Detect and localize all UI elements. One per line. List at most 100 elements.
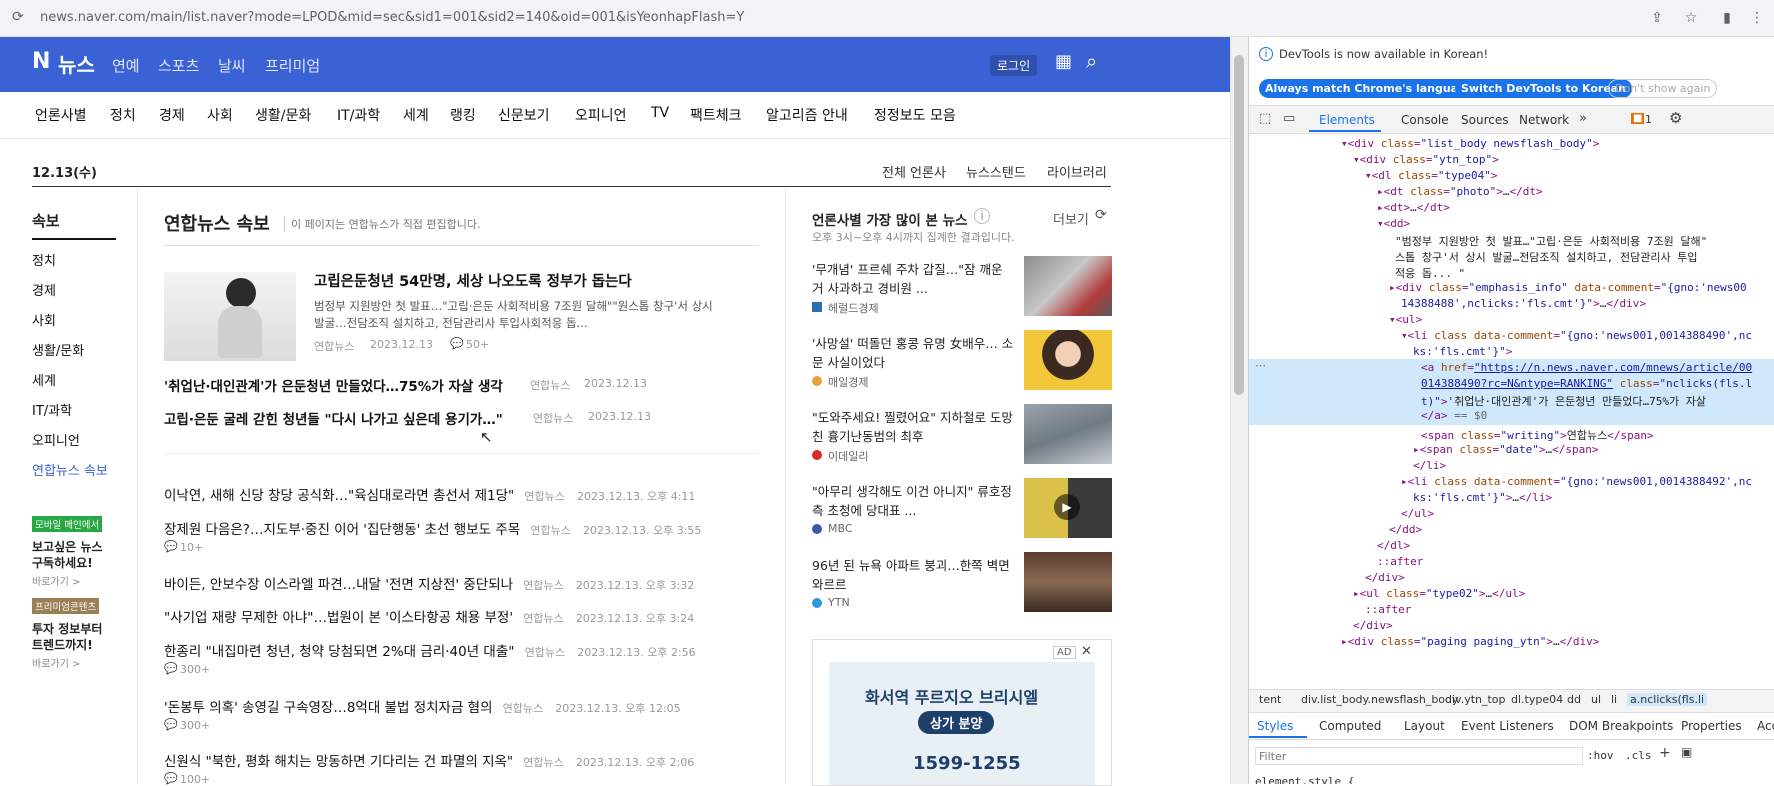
promo-title-1a[interactable]: 보고싶은 뉴스 xyxy=(32,538,102,555)
info-icon[interactable]: i xyxy=(974,208,990,224)
naver-logo-n[interactable]: N xyxy=(32,49,50,74)
gnb-economy[interactable]: 경제 xyxy=(159,105,185,125)
share-icon[interactable]: ⇪ xyxy=(1648,9,1666,27)
switch-korean-button[interactable]: Switch DevTools to Korean xyxy=(1455,79,1633,98)
list-title[interactable]: 장제원 다음은?…지도부·중진 이어 '집단행동' 초선 행보도 주목 xyxy=(164,522,520,538)
list-item[interactable]: 바이든, 안보수장 이스라엘 파견…내달 '전면 지상전' 중단되나 연합뉴스 … xyxy=(164,573,764,593)
gnb-politics[interactable]: 정치 xyxy=(110,105,136,125)
subtab-accessibility[interactable]: Access xyxy=(1757,719,1774,733)
dom-line[interactable]: </div> xyxy=(1365,571,1405,584)
ad-banner[interactable]: AD ✕ 화서역 푸르지오 브리시엘 상가 분양 1599-1255 xyxy=(812,639,1112,786)
dom-line[interactable]: ks:'fls.cmt'}">…</li> xyxy=(1413,491,1552,504)
list-item[interactable]: '돈봉투 의혹' 송영길 구속영장…8억대 불법 정치자금 혐의 연합뉴스 20… xyxy=(164,696,764,716)
list-comments[interactable]: 100+ xyxy=(180,773,210,786)
list-comments[interactable]: 10+ xyxy=(180,541,203,554)
tab-network[interactable]: Network xyxy=(1519,113,1569,127)
dom-line[interactable]: ▸<li class data-comment="{gno:'news001,0… xyxy=(1401,475,1752,488)
dom-line[interactable]: 014388490?rc=N&ntype=RANKING" class="ncl… xyxy=(1421,377,1752,390)
dom-line[interactable]: <a href="https://n.news.naver.com/mnews/… xyxy=(1421,361,1752,374)
breadcrumb-item[interactable]: div.ytn_top xyxy=(1445,693,1506,706)
styles-filter-input[interactable] xyxy=(1255,747,1583,765)
dom-line[interactable]: ▾<dd> xyxy=(1377,217,1410,230)
sidepanel-icon[interactable]: ▮ xyxy=(1718,9,1736,27)
dom-line[interactable]: ::after xyxy=(1377,555,1423,568)
breadcrumb-item-selected[interactable]: a.nclicks(fls.li xyxy=(1627,693,1708,706)
headline-comments[interactable]: 50+ xyxy=(466,338,489,351)
ranking-item[interactable]: "아무리 생각해도 이건 아니지" 류호정 측 초청에 당대표 ... MBC … xyxy=(812,478,1112,543)
list-title[interactable]: '돈봉투 의혹' 송영길 구속영장…8억대 불법 정치자금 혐의 xyxy=(164,700,493,716)
ranking-item[interactable]: '사망설' 떠돌던 홍콩 유명 女배우… 소문 사실이었다 매일경제 xyxy=(812,330,1112,395)
list-item[interactable]: 장제원 다음은?…지도부·중진 이어 '집단행동' 초선 행보도 주목 연합뉴스… xyxy=(164,518,764,538)
dom-line[interactable]: ▾<div class="ytn_top"> xyxy=(1353,153,1499,166)
gnb-factcheck[interactable]: 팩트체크 xyxy=(690,105,742,125)
page-scrollbar[interactable] xyxy=(1230,37,1248,784)
sidebar-item-it[interactable]: IT/과학 xyxy=(32,400,72,419)
dom-line[interactable]: ▾<div class="list_body newsflash_body"> xyxy=(1341,137,1599,150)
list-title[interactable]: 바이든, 안보수장 이스라엘 파견…내달 '전면 지상전' 중단되나 xyxy=(164,577,513,593)
element-style-rule[interactable]: element.style { xyxy=(1255,775,1354,784)
dom-line[interactable]: ▸<div class="paging paging_ytn">…</div> xyxy=(1341,635,1599,648)
subtab-properties[interactable]: Properties xyxy=(1681,719,1742,733)
sidebar-item-life[interactable]: 생활/문화 xyxy=(32,340,84,359)
play-icon[interactable]: ▶ xyxy=(1054,494,1080,520)
subtab-computed[interactable]: Computed xyxy=(1319,719,1381,733)
dom-line[interactable]: </dd> xyxy=(1389,523,1422,536)
ranking-item-title[interactable]: "도와주세요! 찔렸어요" 지하철로 도망친 흉기난동범의 최후 xyxy=(812,408,1017,446)
header-nav-sports[interactable]: 스포츠 xyxy=(158,55,199,76)
gnb-it[interactable]: IT/과학 xyxy=(337,105,380,125)
ranking-more[interactable]: 더보기 xyxy=(1053,209,1089,228)
bookmark-star-icon[interactable]: ☆ xyxy=(1682,9,1700,27)
device-toolbar-icon[interactable]: ▭ xyxy=(1283,111,1295,126)
gnb-world[interactable]: 세계 xyxy=(403,105,429,125)
list-title[interactable]: "사기업 재량 무제한 아냐"…법원이 본 '이스타항공 채용 부정' xyxy=(164,610,513,626)
newsstand-link[interactable]: 뉴스스탠드 xyxy=(966,162,1026,181)
dom-line[interactable]: </dl> xyxy=(1377,539,1410,552)
ranking-item[interactable]: "도와주세요! 찔렸어요" 지하철로 도망친 흉기난동범의 최후 이데일리 xyxy=(812,404,1112,469)
library-link[interactable]: 라이브러리 xyxy=(1047,162,1107,181)
breadcrumb-item[interactable]: dl.type04 xyxy=(1511,693,1563,706)
hov-toggle[interactable]: :hov xyxy=(1587,749,1614,762)
issues-icon[interactable]: ■ xyxy=(1631,113,1645,124)
dom-line[interactable]: ▾<ul> xyxy=(1389,313,1422,326)
issues-count[interactable]: 1 xyxy=(1645,113,1652,126)
subtab-layout[interactable]: Layout xyxy=(1404,719,1445,733)
dom-line[interactable]: ▾<dl class="type04"> xyxy=(1365,169,1497,182)
dom-line[interactable]: ▾<li class data-comment="{gno:'news001,0… xyxy=(1401,329,1752,342)
dom-line[interactable]: </li> xyxy=(1413,459,1446,472)
list-item[interactable]: "사기업 재량 무제한 아냐"…법원이 본 '이스타항공 채용 부정' 연합뉴스… xyxy=(164,606,764,626)
ranking-thumbnail[interactable] xyxy=(1024,256,1112,316)
gnb-algorithm[interactable]: 알고리즘 안내 xyxy=(766,105,848,125)
headline-title[interactable]: 고립은둔청년 54만명, 세상 나오도록 정부가 돕는다 xyxy=(314,270,632,291)
sidebar-item-opinion[interactable]: 오피니언 xyxy=(32,430,80,449)
gnb-press[interactable]: 언론사별 xyxy=(35,105,87,125)
dom-line[interactable]: 14388488',nclicks:'fls.cmt'}">…</div> xyxy=(1401,297,1646,310)
dom-line[interactable]: </ul> xyxy=(1401,507,1434,520)
sidebar-item-society[interactable]: 사회 xyxy=(32,310,56,329)
header-nav-premium[interactable]: 프리미엄 xyxy=(265,55,320,76)
headline-thumbnail[interactable] xyxy=(164,272,296,361)
sidebar-item-economy[interactable]: 경제 xyxy=(32,280,56,299)
list-item[interactable]: 신원식 "북한, 평화 해치는 망동하면 기다리는 건 파멸의 지옥" 연합뉴스… xyxy=(164,750,764,770)
dom-text[interactable]: 적응 돕... " xyxy=(1395,265,1465,281)
breadcrumb-item[interactable]: div.list_body.newsflash_body xyxy=(1301,693,1459,706)
related-title-2[interactable]: 고립·은둔 굴레 갇힌 청년들 "다시 나가고 싶은데 용기가…" xyxy=(164,408,503,428)
inspect-element-icon[interactable]: ⬚ xyxy=(1259,111,1271,126)
news-logo-text[interactable]: 뉴스 xyxy=(58,49,95,78)
all-press-link[interactable]: 전체 언론사 xyxy=(882,162,946,181)
dom-line[interactable]: ▸<span class="date">…</span> xyxy=(1413,443,1598,456)
subtab-event-listeners[interactable]: Event Listeners xyxy=(1461,719,1554,733)
ranking-thumbnail[interactable] xyxy=(1024,330,1112,390)
promo-title-2b[interactable]: 트렌드까지! xyxy=(32,636,93,653)
list-comments[interactable]: 300+ xyxy=(180,719,210,732)
promo-link-1[interactable]: 바로가기 > xyxy=(32,573,80,588)
dom-line[interactable]: ▸<div class="emphasis_info" data-comment… xyxy=(1389,281,1747,294)
gnb-opinion[interactable]: 오피니언 xyxy=(575,105,627,125)
ad-close-icon[interactable]: ✕ xyxy=(1081,644,1092,659)
gnb-ranking[interactable]: 랭킹 xyxy=(450,105,476,125)
computed-toggle-icon[interactable]: ▣ xyxy=(1681,745,1692,759)
sidebar-item-world[interactable]: 세계 xyxy=(32,370,56,389)
ranking-item-title[interactable]: "아무리 생각해도 이건 아니지" 류호정 측 초청에 당대표 ... xyxy=(812,482,1017,520)
breadcrumb-item[interactable]: dd xyxy=(1567,693,1581,706)
ranking-item-title[interactable]: '사망설' 떠돌던 홍콩 유명 女배우… 소문 사실이었다 xyxy=(812,334,1017,372)
tab-console[interactable]: Console xyxy=(1401,113,1449,127)
